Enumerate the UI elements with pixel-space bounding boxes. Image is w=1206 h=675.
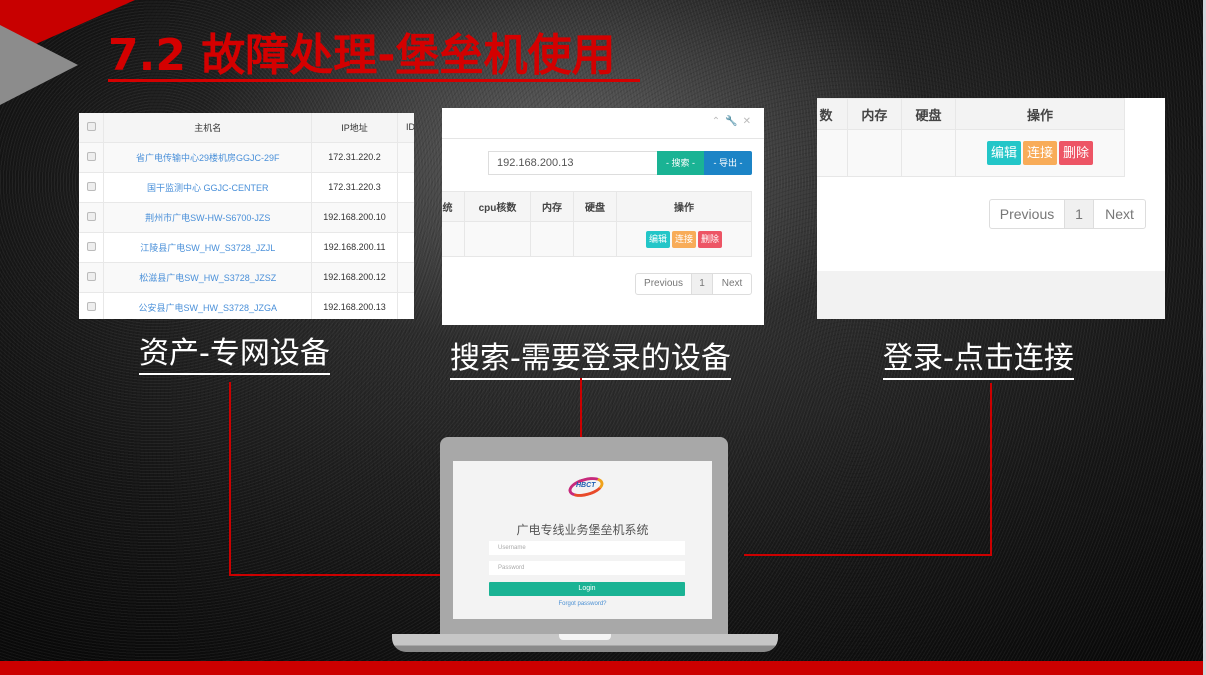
host-ip: 192.168.200.10 [311,202,398,233]
column-header-ip[interactable]: IP地址 [311,113,398,143]
title-underline [108,79,640,82]
delete-button[interactable]: 删除 [698,230,723,248]
table-row[interactable]: 公安县广电SW_HW_S3728_JZGA 192.168.200.13 [79,292,414,319]
column-header-hostname[interactable]: 主机名 [103,113,313,143]
column-header-memory: 内存 [846,98,903,130]
system-title: 广电专线业务堡垒机系统 [516,523,649,537]
edit-button[interactable]: 编辑 [986,141,1021,165]
host-name-link[interactable]: 江陵县广电SW_HW_S3728_JZJL [103,232,313,263]
panel-footer [817,271,1165,319]
search-panel: ⌃🔧✕ 192.168.200.13 - 搜索 - - 导出 - 统 cpu核数… [442,108,764,325]
column-header-memory: 内存 [530,191,574,222]
asset-table: 主机名 IP地址 ID 省广电传输中心29楼机房GGJC-29F 172.31.… [79,113,414,319]
panel-tools: ⌃🔧✕ [712,116,756,127]
row-checkbox[interactable] [79,262,105,293]
row-checkbox[interactable] [79,172,105,203]
column-header-id[interactable]: ID [397,113,414,143]
previous-page-button[interactable]: Previous [990,200,1065,228]
edit-button[interactable]: 编辑 [645,230,670,248]
host-ip: 172.31.220.3 [311,172,398,203]
host-id [397,262,414,293]
column-header-cpu: 数 [817,98,848,130]
table-row[interactable]: 江陵县广电SW_HW_S3728_JZJL 192.168.200.11 [79,232,414,263]
page-1-button[interactable]: 1 [1065,200,1094,228]
search-input[interactable]: 192.168.200.13 [488,151,658,175]
host-name-link[interactable]: 国干监测中心 GGJC-CENTER [103,172,313,203]
table-row[interactable]: 松滋县广电SW_HW_S3728_JZSZ 192.168.200.12 [79,262,414,293]
host-ip: 192.168.200.11 [311,232,398,263]
caption-search: 搜索-需要登录的设备 [450,341,731,380]
login-screen: HBCT 广电专线业务堡垒机系统 Username Password Login… [453,461,712,619]
password-input[interactable]: Password [489,561,685,575]
connect-button[interactable]: 连接 [1022,141,1057,165]
host-name-link[interactable]: 省广电传输中心29楼机房GGJC-29F [103,142,313,173]
column-header-actions: 操作 [954,98,1126,130]
asset-table-panel: 主机名 IP地址 ID 省广电传输中心29楼机房GGJC-29F 172.31.… [79,113,414,319]
laptop-notch [559,634,611,640]
connector-line-left-horizontal [229,574,441,576]
result-table: 数 内存 硬盘 操作 编辑 连接 删除 [817,98,1126,177]
search-button[interactable]: - 搜索 - [657,151,704,175]
host-ip: 172.31.220.2 [311,142,398,173]
host-ip: 192.168.200.12 [311,262,398,293]
row-checkbox[interactable] [79,142,105,173]
pagination: Previous 1 Next [989,199,1146,229]
select-all-checkbox[interactable] [79,113,105,143]
host-id [397,292,414,319]
column-header-cpu: cpu核数 [464,191,531,222]
connector-line-right-horizontal [744,554,992,556]
column-header-disk: 硬盘 [901,98,956,130]
host-name-link[interactable]: 公安县广电SW_HW_S3728_JZGA [103,292,313,319]
row-checkbox[interactable] [79,292,105,319]
column-header-actions: 操作 [616,191,752,222]
table-header-row: 数 内存 硬盘 操作 [817,98,1126,130]
column-header-disk: 硬盘 [573,191,617,222]
table-row[interactable]: 荆州市广电SW-HW-S6700-JZS 192.168.200.10 [79,202,414,233]
host-name-link[interactable]: 荆州市广电SW-HW-S6700-JZS [103,202,313,233]
previous-page-button[interactable]: Previous [636,274,692,294]
host-id [397,202,414,233]
table-row: 编辑 连接 删除 [442,221,752,257]
page-1-button[interactable]: 1 [692,274,713,294]
host-id [397,232,414,263]
chevron-up-icon[interactable]: ⌃ [712,116,725,127]
result-table: 统 cpu核数 内存 硬盘 操作 编辑 连接 删除 [442,191,752,257]
row-checkbox[interactable] [79,202,105,233]
pagination: Previous 1 Next [635,273,752,295]
export-button[interactable]: - 导出 - [704,151,752,175]
next-page-button[interactable]: Next [1094,200,1145,228]
close-icon[interactable]: ✕ [743,116,756,127]
column-header-os: 统 [442,191,465,222]
delete-button[interactable]: 删除 [1058,141,1093,165]
connector-line-left-vertical [229,382,231,576]
host-ip: 192.168.200.13 [311,292,398,319]
panel-header: ⌃🔧✕ [442,108,764,139]
slide-title: 7.2 故障处理-堡垒机使用 [108,30,616,81]
next-page-button[interactable]: Next [713,274,751,294]
table-row[interactable]: 国干监测中心 GGJC-CENTER 172.31.220.3 [79,172,414,203]
table-row[interactable]: 省广电传输中心29楼机房GGJC-29F 172.31.220.2 [79,142,414,173]
host-id [397,142,414,173]
connector-line-middle [580,378,582,438]
host-name-link[interactable]: 松滋县广电SW_HW_S3728_JZSZ [103,262,313,293]
connector-line-right-vertical [990,383,992,556]
connect-panel: 数 内存 硬盘 操作 编辑 连接 删除 Previous 1 Next [817,98,1165,319]
wrench-icon[interactable]: 🔧 [725,116,742,127]
table-row: 编辑 连接 删除 [817,129,1126,177]
hbct-logo: HBCT [566,473,606,501]
bottom-accent-bar [0,661,1206,675]
row-actions: 编辑 连接 删除 [616,221,752,257]
table-header-row: 主机名 IP地址 ID [79,113,414,143]
caption-login: 登录-点击连接 [883,341,1074,380]
host-id [397,172,414,203]
login-button[interactable]: Login [489,582,685,596]
row-actions: 编辑 连接 删除 [954,129,1126,177]
connect-button[interactable]: 连接 [671,230,696,248]
caption-assets: 资产-专网设备 [139,336,330,375]
table-header-row: 统 cpu核数 内存 硬盘 操作 [442,191,752,222]
forgot-password-link[interactable]: Forgot password? [453,601,712,607]
username-input[interactable]: Username [489,541,685,555]
row-checkbox[interactable] [79,232,105,263]
